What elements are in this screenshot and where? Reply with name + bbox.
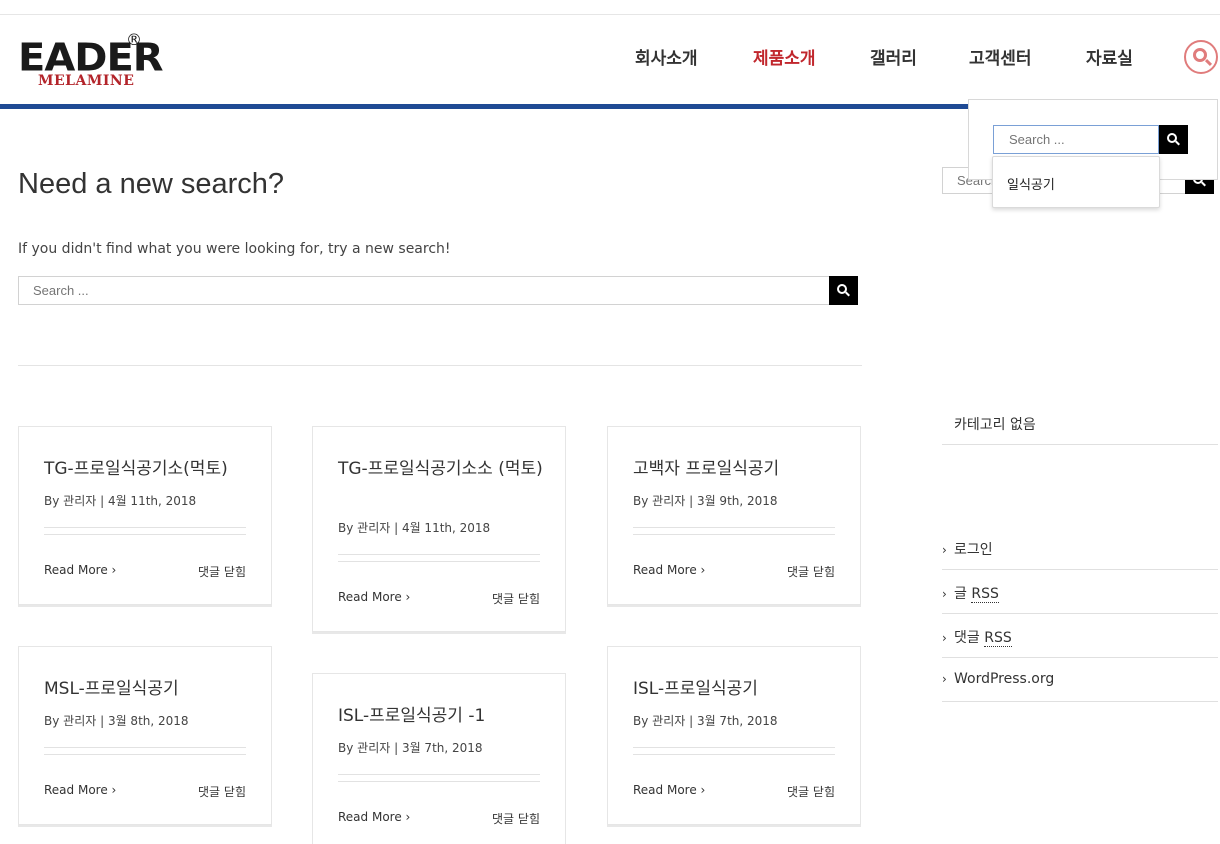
post-title-link[interactable]: 고백자 프로일식공기 (633, 456, 843, 483)
post-title-link[interactable]: ISL-프로일식공기 -1 (338, 703, 548, 730)
section-divider (18, 365, 862, 366)
post-card: ISL-프로일식공기 By 관리자 | 3월 7th, 2018 Read Mo… (607, 646, 861, 825)
post-title-link[interactable]: MSL-프로일식공기 (44, 676, 254, 703)
search-icon (1167, 133, 1180, 146)
nav-item-support[interactable]: 고객센터 (969, 44, 1032, 72)
sidebar-divider (942, 444, 1218, 445)
post-card: 고백자 프로일식공기 By 관리자 | 3월 9th, 2018 Read Mo… (607, 426, 861, 605)
comments-closed-label: 댓글 닫힘 (198, 565, 246, 579)
post-meta: By 관리자 | 4월 11th, 2018 (44, 494, 197, 508)
main-search-input[interactable] (18, 276, 830, 305)
sidebar-link-wordpress[interactable]: › WordPress.org (942, 671, 1054, 687)
sidebar-link-comments-rss[interactable]: › 댓글 RSS (942, 627, 1012, 647)
header-accent-bar (0, 104, 968, 109)
site-logo[interactable]: EADER ® MELAMINE (18, 30, 164, 92)
logo-subtitle: MELAMINE (38, 73, 135, 89)
sidebar-link-posts-rss[interactable]: › 글 RSS (942, 583, 999, 603)
post-title-link[interactable]: TG-프로일식공기소(먹토) (44, 456, 254, 483)
read-more-link[interactable]: Read More › (338, 590, 410, 604)
chevron-right-icon: › (700, 783, 706, 797)
post-title-link[interactable]: TG-프로일식공기소소 (먹토) (338, 456, 548, 483)
chevron-right-icon: › (111, 563, 117, 577)
chevron-right-icon: › (405, 810, 411, 824)
chevron-right-icon: › (942, 631, 947, 645)
comments-closed-label: 댓글 닫힘 (787, 565, 835, 579)
chevron-right-icon: › (700, 563, 706, 577)
chevron-right-icon: › (942, 587, 947, 601)
chevron-right-icon: › (405, 590, 411, 604)
main-search-button[interactable] (829, 276, 858, 305)
header-search-button[interactable] (1159, 125, 1188, 154)
post-meta: By 관리자 | 4월 11th, 2018 (338, 521, 491, 535)
chevron-right-icon: › (942, 672, 947, 686)
read-more-link[interactable]: Read More › (44, 783, 116, 797)
categories-empty-text: 카테고리 없음 (954, 417, 1036, 433)
comments-closed-label: 댓글 닫힘 (787, 785, 835, 799)
logo-registered-mark: ® (126, 30, 142, 49)
nav-item-products[interactable]: 제품소개 (753, 44, 816, 72)
top-border (0, 14, 1220, 15)
post-meta: By 관리자 | 3월 7th, 2018 (338, 741, 483, 755)
post-card: ISL-프로일식공기 -1 By 관리자 | 3월 7th, 2018 Read… (312, 673, 566, 844)
nav-item-gallery[interactable]: 갤러리 (870, 44, 917, 72)
read-more-link[interactable]: Read More › (633, 563, 705, 577)
post-meta: By 관리자 | 3월 7th, 2018 (633, 714, 778, 728)
post-meta: By 관리자 | 3월 8th, 2018 (44, 714, 189, 728)
page-title: Need a new search? (18, 168, 284, 200)
chevron-right-icon: › (942, 543, 947, 557)
post-card: TG-프로일식공기소소 (먹토) By 관리자 | 4월 11th, 2018 … (312, 426, 566, 632)
post-card: MSL-프로일식공기 By 관리자 | 3월 8th, 2018 Read Mo… (18, 646, 272, 825)
search-hint-text: If you didn't find what you were looking… (18, 241, 451, 257)
post-meta: By 관리자 | 3월 9th, 2018 (633, 494, 778, 508)
comments-closed-label: 댓글 닫힘 (198, 785, 246, 799)
post-title-link[interactable]: ISL-프로일식공기 (633, 676, 843, 703)
autocomplete-dropdown: 일식공기 (992, 156, 1160, 208)
comments-closed-label: 댓글 닫힘 (492, 592, 540, 606)
autocomplete-suggestion[interactable]: 일식공기 (1007, 174, 1055, 193)
header-search-input[interactable] (993, 125, 1159, 154)
search-icon[interactable] (1184, 40, 1218, 74)
chevron-right-icon: › (111, 783, 117, 797)
nav-item-company[interactable]: 회사소개 (635, 44, 698, 72)
read-more-link[interactable]: Read More › (44, 563, 116, 577)
comments-closed-label: 댓글 닫힘 (492, 812, 540, 826)
post-card: TG-프로일식공기소(먹토) By 관리자 | 4월 11th, 2018 Re… (18, 426, 272, 605)
search-icon (837, 284, 850, 297)
sidebar-link-login[interactable]: › 로그인 (942, 539, 993, 559)
nav-item-archive[interactable]: 자료실 (1086, 44, 1133, 72)
read-more-link[interactable]: Read More › (633, 783, 705, 797)
read-more-link[interactable]: Read More › (338, 810, 410, 824)
